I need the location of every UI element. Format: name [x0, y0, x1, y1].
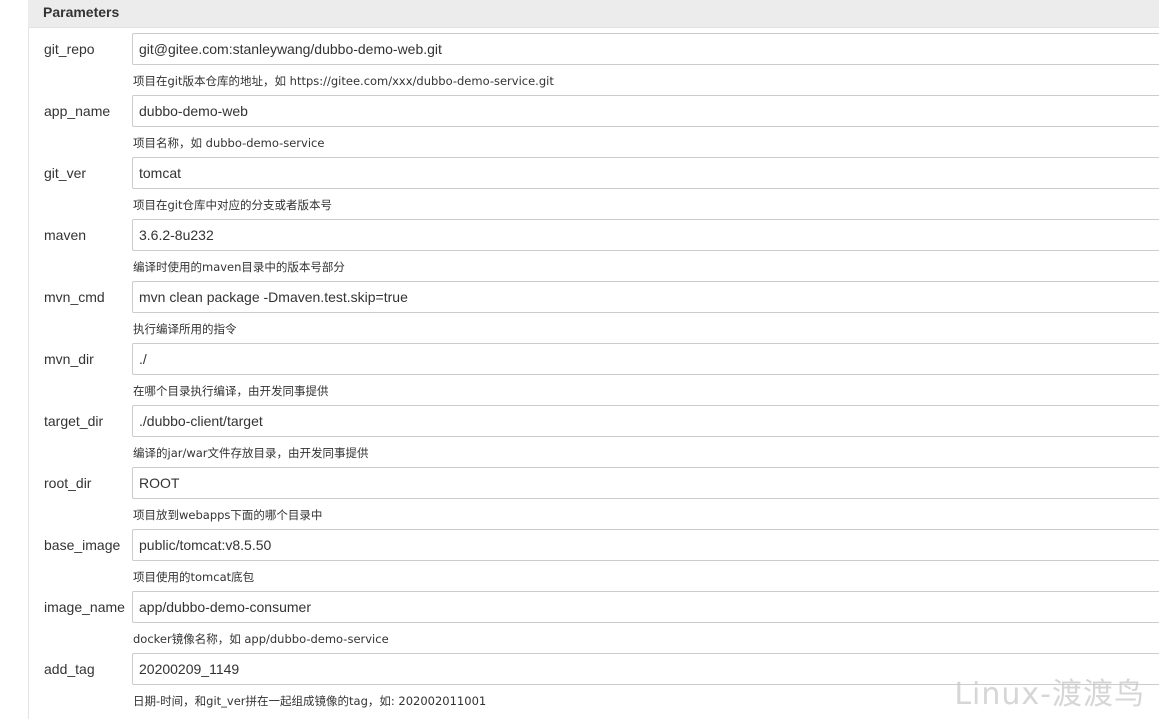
param-label: root_dir: [44, 475, 92, 491]
param-description: 在哪个目录执行编译，由开发同事提供: [133, 384, 329, 398]
param-description: 项目在git仓库中对应的分支或者版本号: [133, 198, 333, 212]
parameters-header: Parameters: [28, 0, 1159, 28]
param-description: 项目放到webapps下面的哪个目录中: [133, 508, 323, 522]
param-label: image_name: [44, 599, 125, 615]
param-description: 日期-时间，和git_ver拼在一起组成镜像的tag，如: 2020020110…: [133, 694, 487, 708]
param-input-git-repo[interactable]: [132, 33, 1159, 65]
param-row-target-dir: target_dir 编译的jar/war文件存放目录，由开发同事提供: [29, 405, 1159, 467]
param-label: target_dir: [44, 413, 104, 429]
param-row-git-repo: git_repo 项目在git版本仓库的地址，如 https://gitee.co…: [29, 33, 1159, 95]
param-label: base_image: [44, 537, 121, 553]
param-description: docker镜像名称，如 app/dubbo-demo-service: [133, 632, 389, 646]
param-row-base-image: base_image 项目使用的tomcat底包: [29, 529, 1159, 591]
param-input-maven[interactable]: [132, 219, 1159, 251]
param-input-mvn-cmd[interactable]: [132, 281, 1159, 313]
param-description: 执行编译所用的指令: [133, 322, 237, 336]
param-input-base-image[interactable]: [132, 529, 1159, 561]
param-label: mvn_cmd: [44, 289, 105, 305]
param-description: 项目使用的tomcat底包: [133, 570, 255, 584]
param-label: app_name: [44, 103, 111, 119]
param-input-mvn-dir[interactable]: [132, 343, 1159, 375]
param-row-root-dir: root_dir 项目放到webapps下面的哪个目录中: [29, 467, 1159, 529]
param-description: 编译的jar/war文件存放目录，由开发同事提供: [133, 446, 369, 460]
param-input-target-dir[interactable]: [132, 405, 1159, 437]
param-input-image-name[interactable]: [132, 591, 1159, 623]
watermark: Linux-渡渡鸟: [954, 677, 1145, 712]
param-description: 项目名称，如 dubbo-demo-service: [133, 136, 325, 150]
param-row-git-ver: git_ver 项目在git仓库中对应的分支或者版本号: [29, 157, 1159, 219]
parameters-page: Parameters git_repo 项目在git版本仓库的地址，如 https…: [0, 0, 1159, 719]
param-input-root-dir[interactable]: [132, 467, 1159, 499]
param-input-git-ver[interactable]: [132, 157, 1159, 189]
param-input-app-name[interactable]: [132, 95, 1159, 127]
param-label: maven: [44, 227, 87, 243]
param-label: add_tag: [44, 661, 95, 677]
section-title: Parameters: [43, 4, 120, 20]
param-row-mvn-dir: mvn_dir 在哪个目录执行编译，由开发同事提供: [29, 343, 1159, 405]
param-description: 编译时使用的maven目录中的版本号部分: [133, 260, 345, 274]
param-row-app-name: app_name 项目名称，如 dubbo-demo-service: [29, 95, 1159, 157]
param-label: git_repo: [44, 41, 95, 57]
param-row-mvn-cmd: mvn_cmd 执行编译所用的指令: [29, 281, 1159, 343]
param-row-image-name: image_name docker镜像名称，如 app/dubbo-demo-se…: [29, 591, 1159, 653]
param-label: git_ver: [44, 165, 87, 181]
param-label: mvn_dir: [44, 351, 94, 367]
param-description: 项目在git版本仓库的地址，如 https://gitee.com/xxx/du…: [133, 74, 554, 88]
param-row-maven: maven 编译时使用的maven目录中的版本号部分: [29, 219, 1159, 281]
